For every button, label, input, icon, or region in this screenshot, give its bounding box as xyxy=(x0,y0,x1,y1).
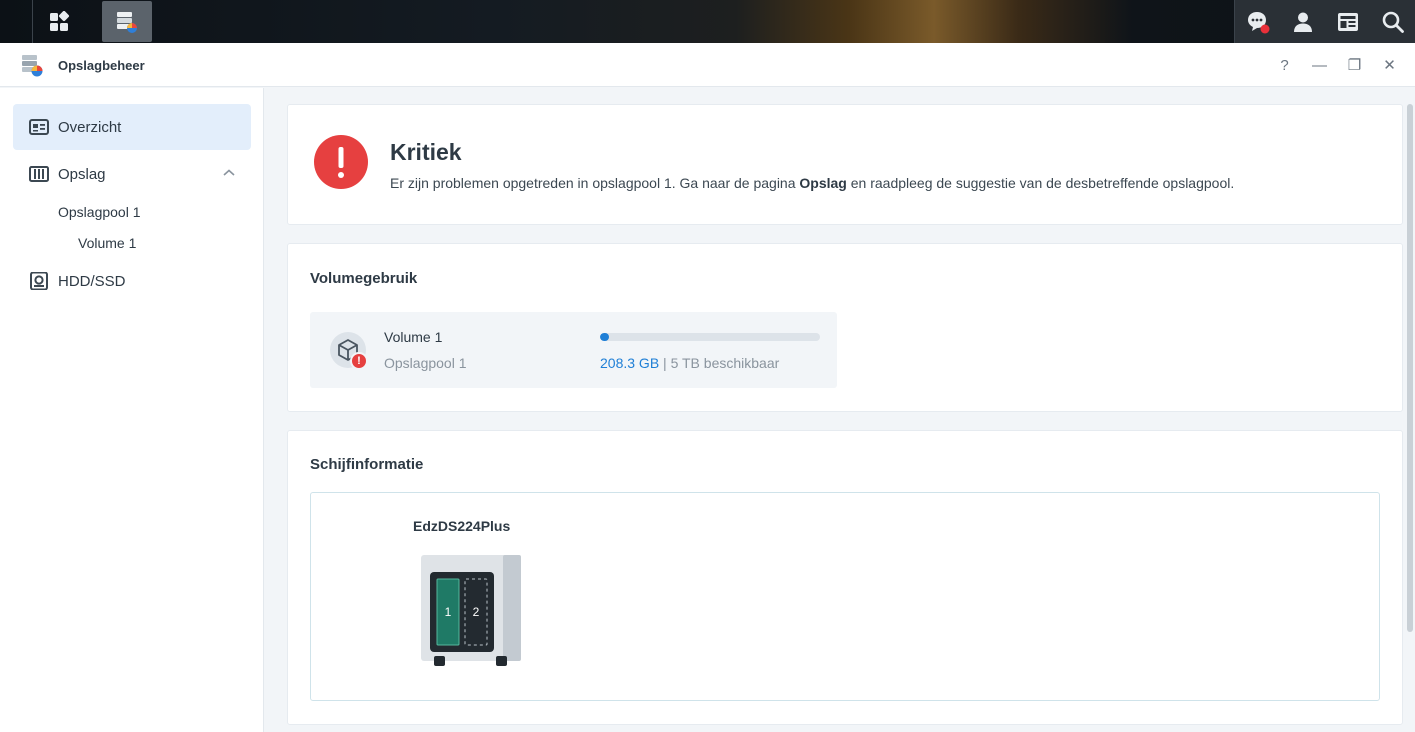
storage-manager-taskbar-button[interactable] xyxy=(102,1,152,42)
alert-title: Kritiek xyxy=(390,139,462,165)
main-menu-button[interactable] xyxy=(32,0,84,43)
user-icon xyxy=(1293,12,1312,32)
sidebar-item-volume-1[interactable]: Volume 1 xyxy=(78,235,136,251)
sidebar-item-label: Opslag xyxy=(58,165,106,183)
drive-bay-1[interactable]: 1 xyxy=(436,578,460,646)
critical-alert-card: Kritiek Er zijn problemen opgetreden in … xyxy=(287,104,1403,225)
window-titlebar: Opslagbeheer ? — ❐ ✕ xyxy=(0,43,1415,87)
drive-bay-2[interactable]: 2 xyxy=(464,578,488,646)
scrollbar-thumb[interactable] xyxy=(1407,104,1413,632)
window-controls: ? — ❐ ✕ xyxy=(1267,53,1407,77)
volume-usage-bar xyxy=(600,333,820,341)
nas-device-icon: 1 2 xyxy=(421,555,521,666)
volume-usage-card: Volumegebruik ! Volume 1 Opslagpool 1 20… xyxy=(287,243,1403,412)
sidebar-item-overzicht[interactable]: Overzicht xyxy=(13,104,251,150)
critical-alert-icon xyxy=(314,135,368,189)
alert-message-text: Er zijn problemen opgetreden in opslagpo… xyxy=(390,175,800,191)
notifications-button[interactable] xyxy=(1235,0,1280,43)
grid-icon xyxy=(49,10,69,31)
widgets-button[interactable] xyxy=(1325,0,1370,43)
storage-icon xyxy=(29,166,49,182)
minimize-button[interactable]: — xyxy=(1302,53,1337,77)
volume-used: 208.3 GB xyxy=(600,355,660,371)
search-icon xyxy=(1382,11,1404,33)
overview-icon xyxy=(29,119,49,135)
disk-info-title: Schijfinformatie xyxy=(310,456,424,473)
storage-manager-icon xyxy=(117,11,137,33)
drive-bay-1-label: 1 xyxy=(445,605,452,619)
sidebar-item-opslagpool-1[interactable]: Opslagpool 1 xyxy=(58,204,141,220)
alert-message: Er zijn problemen opgetreden in opslagpo… xyxy=(390,175,1234,191)
disk-icon xyxy=(30,272,48,290)
chat-notification-icon xyxy=(1247,11,1269,33)
volume-usage-text: 208.3 GB | 5 TB beschikbaar xyxy=(600,355,779,371)
storage-page-link: Opslag xyxy=(799,175,847,191)
widgets-icon xyxy=(1337,12,1358,31)
volume-warning-icon: ! xyxy=(350,352,368,370)
alert-message-text: en raadpleeg de suggestie van de desbetr… xyxy=(846,175,1235,191)
sidebar-item-label: HDD/SSD xyxy=(58,272,126,290)
volume-pool-name: Opslagpool 1 xyxy=(384,355,467,371)
storage-manager-app-icon xyxy=(22,55,43,77)
sidebar: Overzicht Opslag Opslagpool 1 Volume 1 H… xyxy=(0,88,264,732)
sidebar-item-hdd-ssd[interactable]: HDD/SSD xyxy=(13,258,251,304)
help-button[interactable]: ? xyxy=(1267,53,1302,77)
sidebar-item-label: Overzicht xyxy=(58,118,122,136)
volume-item[interactable]: ! Volume 1 Opslagpool 1 208.3 GB | 5 TB … xyxy=(310,312,837,388)
user-button[interactable] xyxy=(1280,0,1325,43)
main-scrollbar[interactable] xyxy=(1405,88,1415,732)
device-panel: EdzDS224Plus 1 2 xyxy=(310,492,1380,701)
search-button[interactable] xyxy=(1370,0,1415,43)
restore-button[interactable]: ❐ xyxy=(1337,53,1372,77)
volume-name: Volume 1 xyxy=(384,329,443,345)
taskbar xyxy=(0,0,1415,43)
close-button[interactable]: ✕ xyxy=(1372,53,1407,77)
taskbar-right xyxy=(1234,0,1415,43)
device-name: EdzDS224Plus xyxy=(413,518,511,534)
volume-usage-separator: | xyxy=(659,355,671,371)
window-title: Opslagbeheer xyxy=(58,58,145,73)
chevron-up-icon[interactable] xyxy=(221,165,237,181)
drive-bay-2-label: 2 xyxy=(473,605,480,619)
disk-info-card: Schijfinformatie EdzDS224Plus 1 2 xyxy=(287,430,1403,725)
volume-usage-title: Volumegebruik xyxy=(310,270,418,287)
taskbar-left xyxy=(32,0,152,43)
volume-available: 5 TB beschikbaar xyxy=(670,355,780,371)
sidebar-item-opslag[interactable]: Opslag xyxy=(13,151,251,197)
volume-usage-bar-fill xyxy=(600,333,609,341)
